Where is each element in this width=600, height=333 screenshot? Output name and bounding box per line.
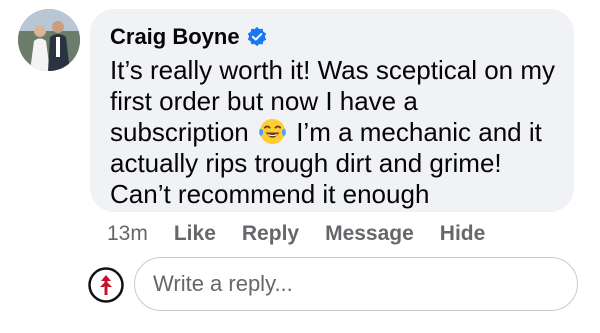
comment-line: subscription I’m a mechanic and it [110,117,580,148]
hide-button[interactable]: Hide [440,221,486,247]
brand-logo-avatar-icon [88,267,124,303]
comment-line-segment: subscription [110,117,249,147]
comment-line: actually rips trough dirt and grime! [110,148,502,178]
comment-timestamp[interactable]: 13m [107,221,148,247]
comment-actions: 13m Like Reply Message Hide [107,221,511,247]
comment-line-segment: I’m a mechanic and it [296,117,542,147]
verified-badge-icon [247,26,266,47]
comment-line: Can’t recommend it enough [110,179,430,209]
avatar-photo [18,9,80,71]
reply-button[interactable]: Reply [242,221,299,247]
reply-input[interactable] [134,257,578,311]
like-button[interactable]: Like [174,221,216,247]
commenter-avatar[interactable] [18,9,80,71]
reply-composer [0,254,600,314]
message-button[interactable]: Message [325,221,414,247]
comment-author[interactable]: Craig Boyne [110,22,268,52]
tears-of-joy-emoji-icon [259,118,286,145]
author-name[interactable]: Craig Boyne [110,22,240,52]
comment-text: It’s really worth it! Was sceptical on m… [110,55,580,210]
comment-line: It’s really worth it! Was sceptical on m… [110,55,556,85]
comment-line: first order but now I have a [110,86,418,116]
